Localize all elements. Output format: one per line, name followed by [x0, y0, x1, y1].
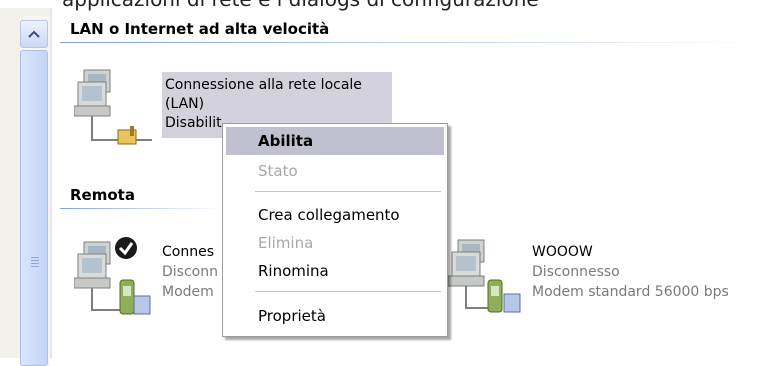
menu-item-rename[interactable]: Rinomina	[226, 257, 444, 285]
remote-connection-2-name: WOOOW	[532, 244, 593, 260]
remote-connection-2-device: Modem standard 56000 bps	[532, 284, 729, 300]
scrollbar-grip-icon	[31, 257, 39, 269]
group-divider-lan	[60, 42, 757, 43]
context-menu: Abilita Stato Crea collegamento Elimina …	[222, 123, 448, 337]
scroll-up-button[interactable]	[20, 20, 48, 48]
group-divider-remote	[60, 208, 222, 209]
remote-connection-2-label[interactable]: WOOOW Disconnesso Modem standard 56000 b…	[532, 242, 729, 302]
vertical-scrollbar[interactable]	[0, 8, 51, 366]
group-header-lan: LAN o Internet ad alta velocità	[70, 20, 330, 38]
lan-connection-icon[interactable]	[74, 68, 154, 148]
remote-connection-1-device: Modem	[162, 284, 214, 300]
remote-connection-1-status: Disconn	[162, 264, 218, 280]
menu-item-status: Stato	[258, 162, 298, 180]
menu-item-enable[interactable]: Abilita	[226, 127, 444, 155]
content-border	[50, 8, 52, 358]
menu-separator	[255, 191, 441, 192]
group-header-remote: Remota	[70, 186, 135, 204]
scrollbar-thumb[interactable]	[20, 50, 48, 366]
remote-connection-2-status: Disconnesso	[532, 264, 620, 280]
remote-connection-1-name: Connes	[162, 244, 214, 260]
dialup-connection-2-icon[interactable]	[448, 234, 528, 316]
cropped-top-text: applicazioni di rete e i dialogs di conf…	[62, 0, 539, 11]
menu-separator	[255, 291, 441, 292]
chevron-up-icon	[28, 30, 40, 38]
lan-connection-name: Connessione alla rete locale	[165, 77, 362, 93]
menu-item-delete: Elimina	[258, 234, 314, 252]
default-connection-check-icon	[115, 237, 137, 259]
menu-item-create-shortcut[interactable]: Crea collegamento	[226, 201, 444, 229]
remote-connection-1-label[interactable]: Connes Disconn Modem	[162, 242, 218, 302]
lan-connection-name-suffix: (LAN)	[165, 96, 205, 112]
menu-item-properties[interactable]: Proprietà	[226, 302, 444, 330]
dialup-connection-icon[interactable]	[74, 236, 154, 318]
